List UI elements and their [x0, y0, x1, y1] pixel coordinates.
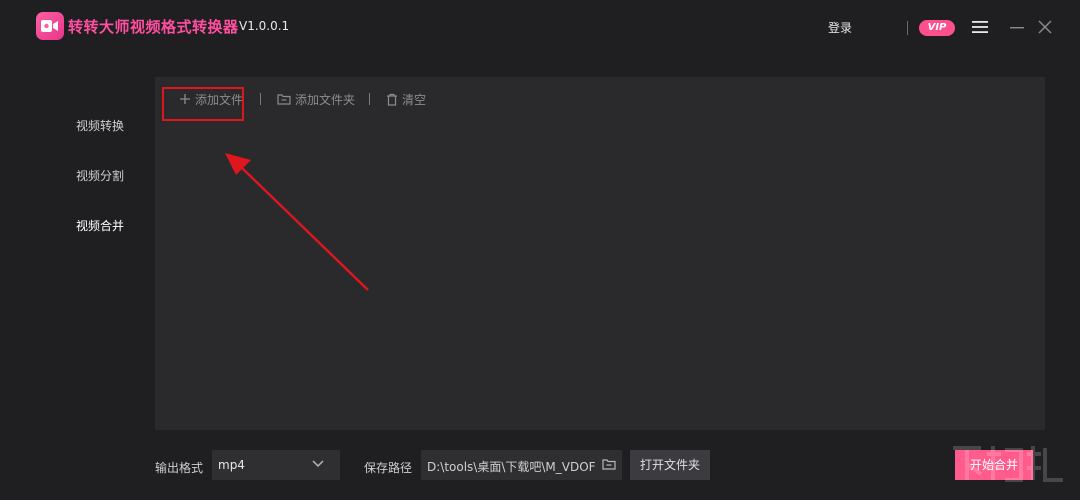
folder-icon[interactable]	[602, 458, 616, 470]
start-merge-button[interactable]: 开始合并	[955, 450, 1033, 480]
output-format-label: 输出格式	[155, 461, 204, 475]
output-format-select[interactable]: mp4	[212, 450, 340, 480]
save-path-label: 保存路径	[364, 461, 413, 475]
save-path-field[interactable]: D:\tools\桌面\下载吧\M_VDOF	[421, 450, 622, 480]
chevron-down-icon	[312, 460, 324, 468]
output-format-value: mp4	[218, 458, 245, 472]
annotation-arrow	[225, 153, 369, 291]
open-folder-button[interactable]: 打开文件夹	[630, 450, 710, 480]
save-path-value: D:\tools\桌面\下载吧\M_VDOF	[427, 460, 596, 474]
